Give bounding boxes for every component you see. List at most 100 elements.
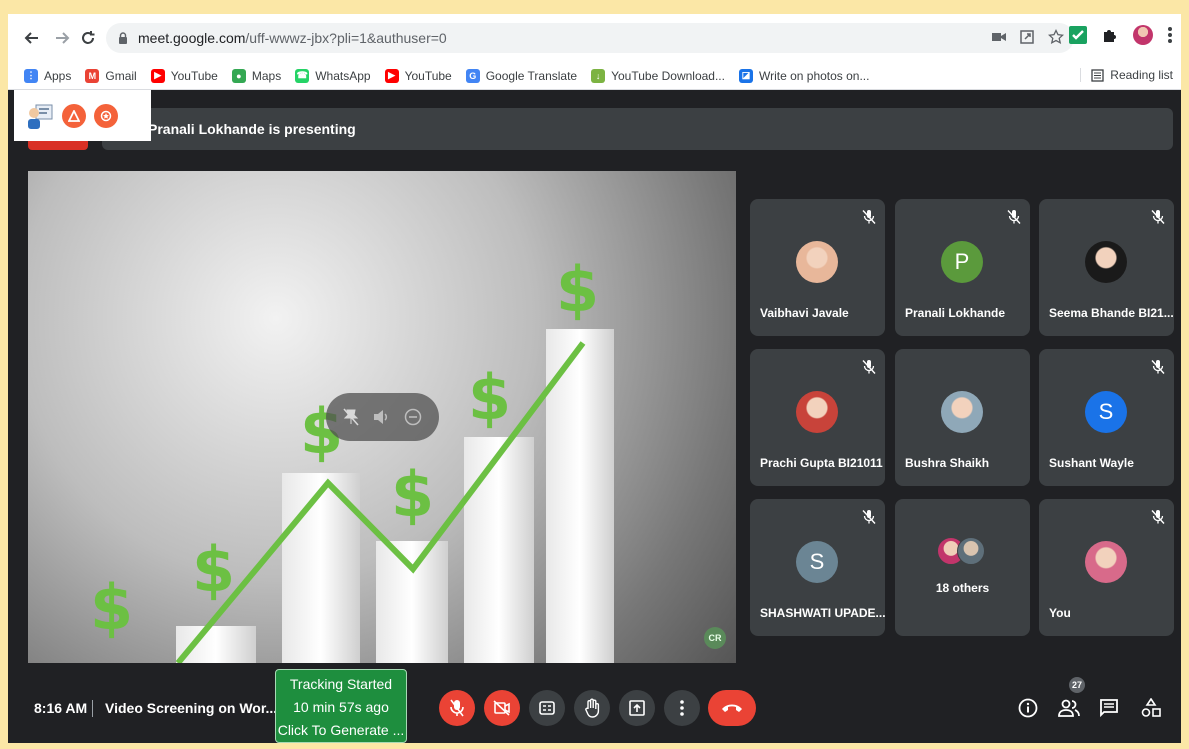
activities-shapes-icon [1141, 698, 1161, 717]
browser-window: meet.google.com/uff-wwwz-jbx?pli=1&authu… [8, 14, 1181, 743]
bookmark-label: YouTube Download... [611, 68, 725, 83]
avatar: S [796, 541, 838, 583]
info-icon [1018, 698, 1038, 718]
avatar [1085, 241, 1127, 283]
bookmark-item[interactable]: ▶ YouTube [384, 68, 452, 83]
bookmark-item[interactable]: ◪ Write on photos on... [738, 68, 870, 83]
mic-off-icon [1007, 210, 1021, 224]
present-now-button[interactable] [619, 690, 655, 726]
participant-name: Bushra Shaikh [905, 456, 990, 470]
extensions-puzzle-icon[interactable] [1101, 26, 1119, 44]
participant-name: You [1049, 606, 1071, 620]
more-options-button[interactable] [664, 690, 700, 726]
meeting-details-button[interactable] [1017, 697, 1039, 719]
participant-name: Sushant Wayle [1049, 456, 1134, 470]
open-in-app-icon[interactable] [1020, 30, 1034, 44]
star-app-icon[interactable] [94, 103, 118, 128]
camera-indicator-icon[interactable] [992, 31, 1006, 43]
avatar [796, 391, 838, 433]
activities-button[interactable] [1140, 697, 1162, 719]
bookmark-label: Write on photos on... [758, 68, 870, 83]
arrow-right-icon [56, 32, 70, 44]
avatar [1085, 541, 1127, 583]
participant-tile[interactable]: Vaibhavi Javale [750, 199, 885, 336]
reading-list-button[interactable]: Reading list [1080, 68, 1173, 82]
participant-tile[interactable]: Bushra Shaikh [895, 349, 1030, 486]
mic-off-icon [1151, 210, 1165, 224]
microphone-toggle-button[interactable] [439, 690, 475, 726]
camera-off-icon [493, 700, 510, 716]
bookmark-item[interactable]: ● Maps [231, 68, 281, 83]
bookmark-item[interactable]: M Gmail [85, 68, 137, 83]
participant-name: Vaibhavi Javale [760, 306, 849, 320]
slide-bar-1 [176, 626, 256, 663]
bookmark-item[interactable]: G Google Translate [465, 68, 577, 83]
participant-tile[interactable]: P Pranali Lokhande [895, 199, 1030, 336]
triangle-app-icon[interactable] [62, 103, 86, 128]
chat-button[interactable] [1098, 697, 1120, 719]
present-screen-icon [629, 700, 645, 716]
bookmark-label: YouTube [404, 68, 452, 83]
mic-off-icon [1151, 510, 1165, 524]
participant-tile[interactable]: Prachi Gupta BI21011 [750, 349, 885, 486]
browser-toolbar: meet.google.com/uff-wwwz-jbx?pli=1&authu… [8, 14, 1181, 62]
bookmark-item[interactable]: ⋮ Apps [24, 68, 72, 83]
presenting-banner: Pranali Lokhande is presenting [102, 108, 1173, 150]
clock-separator [92, 700, 93, 717]
whatsapp-icon: ☎ [295, 68, 310, 83]
participant-count-badge: 27 [1069, 677, 1085, 693]
participant-tile[interactable]: S SHASHWATI UPADE... [750, 499, 886, 636]
extension-popup [14, 90, 151, 141]
participant-tile[interactable]: You [1039, 499, 1174, 636]
address-bar[interactable]: meet.google.com/uff-wwwz-jbx?pli=1&authu… [106, 23, 1074, 53]
chat-icon [1100, 699, 1118, 718]
reading-list-label: Reading list [1110, 68, 1173, 82]
meeting-controls-bar: 8:16 AM Video Screening on Wor... Tracki… [8, 669, 1181, 743]
bookmark-label: WhatsApp [315, 68, 371, 83]
slide-bar-3 [376, 541, 448, 663]
meeting-clock: 8:16 AM [34, 700, 88, 716]
mic-off-icon [862, 360, 876, 374]
avatar [796, 241, 838, 283]
browser-menu-icon[interactable] [1167, 26, 1173, 44]
remove-circle-icon[interactable] [404, 408, 422, 426]
bookmark-label: YouTube [170, 68, 218, 83]
tile-hover-controls [326, 393, 439, 441]
tracking-widget[interactable]: Tracking Started 10 min 57s ago Click To… [275, 669, 407, 743]
lock-icon [119, 32, 127, 44]
volume-icon[interactable] [372, 409, 390, 425]
bookmark-star-icon[interactable] [1048, 29, 1064, 45]
svg-text:$: $ [556, 253, 599, 326]
participant-name: Prachi Gupta BI21011 [760, 456, 883, 470]
participant-tile[interactable]: S Sushant Wayle [1039, 349, 1174, 486]
back-button[interactable] [18, 24, 46, 52]
raise-hand-button[interactable] [574, 690, 610, 726]
reload-button[interactable] [74, 24, 102, 52]
participant-tile[interactable]: Seema Bhande BI21... [1039, 199, 1174, 336]
pin-off-icon[interactable] [343, 408, 359, 426]
captions-button[interactable] [529, 690, 565, 726]
camera-toggle-button[interactable] [484, 690, 520, 726]
bookmark-item[interactable]: ▶ YouTube [150, 68, 218, 83]
screening-extension-icon[interactable] [26, 102, 54, 130]
svg-text:$: $ [391, 458, 434, 531]
tracking-generate-link[interactable]: Click To Generate ... [276, 719, 406, 742]
youtube-icon: ▶ [384, 68, 399, 83]
arrow-left-icon [24, 32, 38, 44]
mic-off-icon [1151, 360, 1165, 374]
tracking-elapsed: 10 min 57s ago [293, 699, 389, 715]
extension-check-icon[interactable] [1069, 26, 1087, 44]
participant-tile[interactable]: 18 others [895, 499, 1030, 636]
closed-captions-icon [539, 701, 555, 715]
bookmark-item[interactable]: ↓ YouTube Download... [591, 68, 725, 83]
bookmark-label: Apps [44, 68, 72, 83]
presentation-stage[interactable]: $ $ $ $ $ $ CR [28, 171, 736, 663]
leave-call-button[interactable] [708, 690, 756, 726]
avatar [957, 537, 985, 565]
profile-avatar[interactable] [1133, 25, 1153, 45]
people-button[interactable] [1058, 697, 1080, 719]
forward-button[interactable] [48, 24, 76, 52]
participant-name: Pranali Lokhande [905, 306, 1006, 320]
bookmark-item[interactable]: ☎ WhatsApp [295, 68, 371, 83]
mic-off-icon [862, 510, 876, 524]
